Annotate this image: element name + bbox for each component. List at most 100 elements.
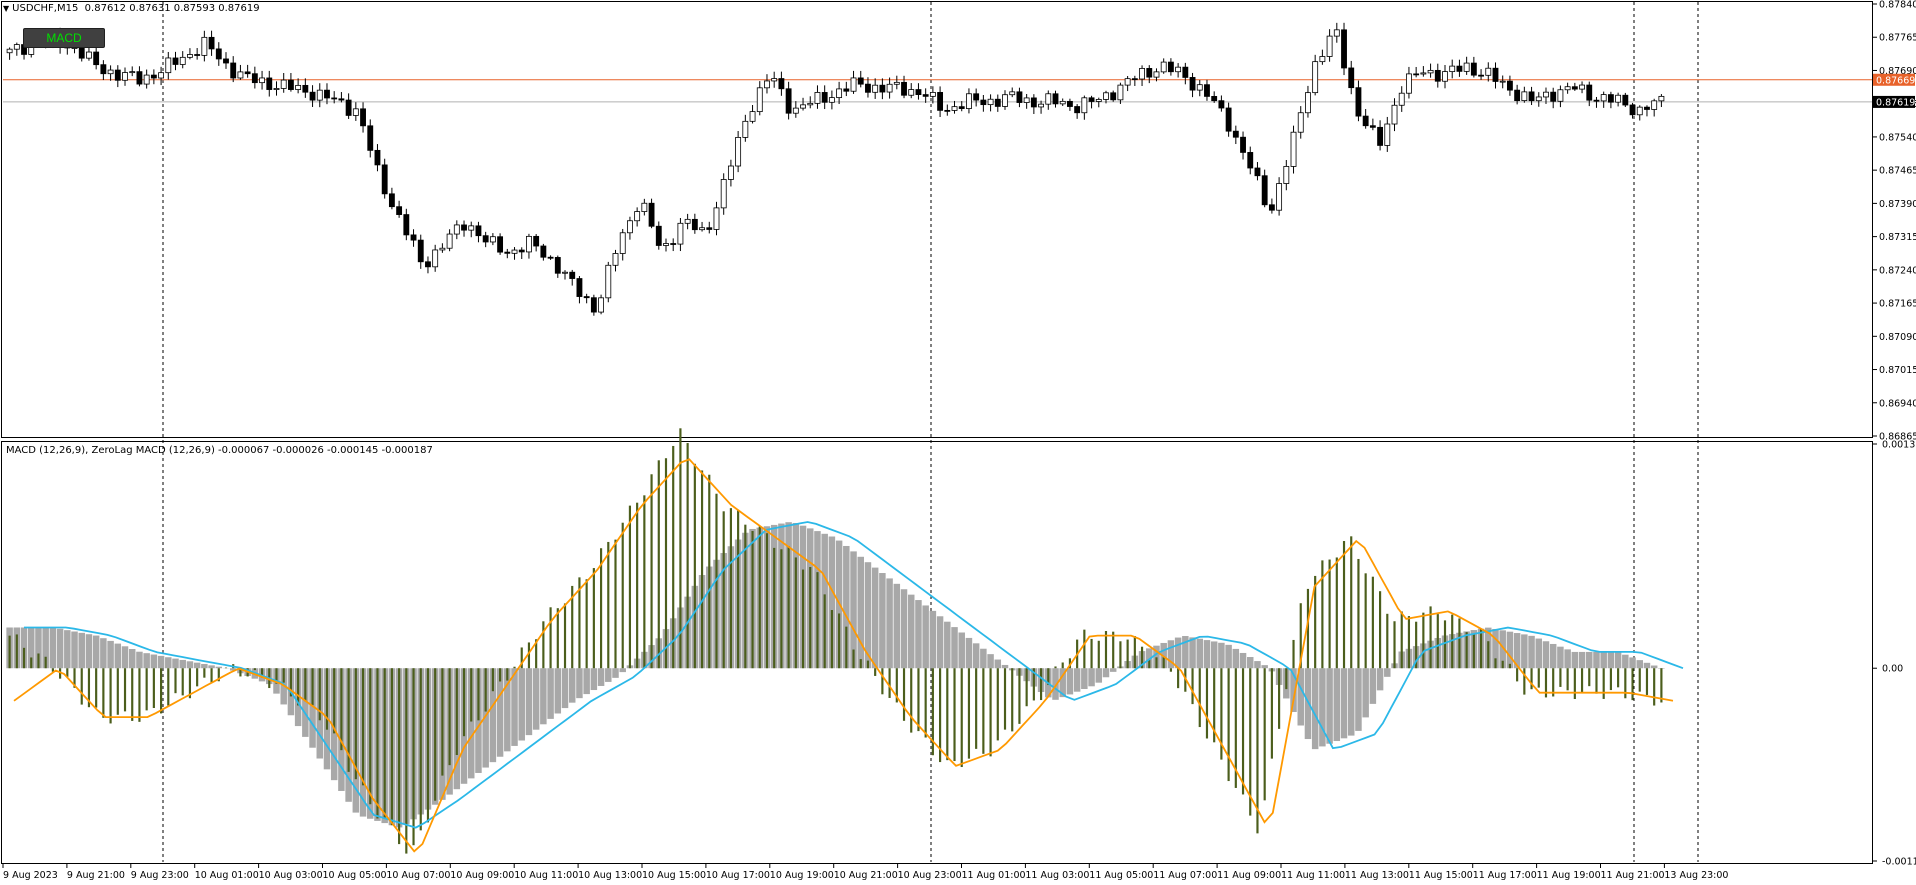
candle-body [1268,204,1275,211]
candle-body [1088,97,1095,102]
zerolag-histogram-bar [1342,541,1346,669]
candle-body [966,93,972,109]
time-tick-label: 9 Aug 21:00 [67,870,125,881]
candle-body [1247,152,1254,169]
zerolag-histogram-bar [1083,629,1086,669]
candle-body [1103,92,1109,100]
macd-histogram-bar [92,635,100,669]
price-tick-label: 0.87465 [1879,166,1916,177]
macd-histogram-bar [165,657,172,669]
zerolag-histogram-bar [333,668,336,734]
zerolag-histogram-bar [657,460,660,669]
zerolag-histogram-bar [1177,668,1180,689]
zerolag-histogram-bar [1436,614,1439,669]
macd-histogram-bar [511,668,518,746]
macd-histogram-bar [496,668,504,757]
zerolag-histogram-bar [8,635,11,669]
candle-body [1095,99,1102,102]
zerolag-histogram-bar [30,657,33,669]
macd-histogram-bar [907,594,915,669]
macd-histogram-bar [900,589,908,669]
candle-body [951,106,958,111]
zerolag-histogram-bar [477,668,480,721]
macd-histogram-bar [1239,652,1247,669]
zerolag-histogram-bar [924,668,927,738]
symbol-label: USDCHF,M15 [12,3,79,14]
price-pane[interactable] [1,1,1873,438]
zerolag-histogram-bar [852,649,855,669]
zerolag-histogram-bar [1523,668,1526,695]
candle-body [230,62,237,79]
macd-histogram-bar [1542,641,1550,669]
macd-histogram-bar [1578,651,1586,669]
zerolag-histogram-bar [1054,666,1057,669]
zerolag-histogram-bar [1003,668,1007,730]
macd-button[interactable]: MACD [23,28,105,48]
zerolag-histogram-bar [621,522,624,669]
zerolag-histogram-bar [1162,657,1165,669]
zerolag-histogram-bar [181,668,184,696]
candle-body [1398,92,1405,106]
chart-canvas: 0.878400.877650.876900.876150.875400.874… [1,0,1916,881]
candle-body [1146,68,1153,78]
time-tick-label: 10 Aug 07:00 [386,870,450,881]
candle-body [1319,56,1326,63]
macd-histogram-bar [71,631,78,669]
candle-body [367,125,374,151]
time-tick-label: 11 Aug 01:00 [962,870,1026,881]
candle-body [908,89,915,96]
candle-body [360,108,366,127]
zerolag-histogram-bar [628,505,632,669]
price-tick-label: 0.86940 [1879,398,1916,409]
zerolag-histogram-bar [419,668,422,831]
candle-body [1557,89,1564,102]
candle-body [1362,115,1369,127]
zerolag-histogram-bar [506,668,509,681]
zerolag-histogram-bar [448,668,451,766]
zerolag-histogram-bar [513,666,516,669]
time-tick-label: 10 Aug 23:00 [898,870,962,881]
candle-body [381,164,388,195]
zerolag-histogram-bar [138,668,141,722]
zerolag-histogram-bar [1631,668,1634,701]
macd-tick-label: -0.001183 [1882,857,1916,868]
candle-body [1196,84,1203,91]
zerolag-histogram-bar [1660,668,1663,703]
zerolag-histogram-bar [1191,668,1194,705]
candle-body [850,77,857,92]
zerolag-histogram-bar [1227,668,1230,782]
macd-histogram-bar [143,653,150,669]
candle-body [136,71,143,85]
macd-histogram-bar [605,668,612,682]
zerolag-histogram-bar [1588,668,1591,687]
macd-histogram-bar [1232,648,1240,669]
zerolag-histogram-bar [102,668,105,718]
candle-body [403,214,410,236]
candle-body [1153,71,1160,78]
macd-histogram-bar [1174,637,1182,669]
candle-body [1276,183,1283,211]
candle-body [1283,166,1290,184]
candle-body [432,249,439,268]
zerolag-histogram-bar [253,668,256,671]
macd-histogram-bar [1528,635,1535,669]
candle-body [388,193,395,208]
macd-histogram-bar [114,643,122,669]
macd-histogram-bar [1311,668,1319,750]
zerolag-histogram-bar [159,668,163,714]
candle-body [691,218,698,231]
macd-histogram-bar [980,648,987,669]
zerolag-histogram-bar [1566,668,1569,691]
candle-body [223,58,229,64]
candle-body [843,88,850,92]
zerolag-histogram-bar [369,668,372,805]
price-tick-label: 0.87015 [1879,365,1916,376]
zerolag-histogram-bar [650,474,653,669]
candle-body [446,233,453,249]
dropdown-triangle-icon[interactable]: ▼ [3,4,9,13]
candle-body [1492,67,1499,82]
zerolag-histogram-bar [426,668,430,823]
candle-body [533,235,540,247]
candle-body [785,88,792,114]
candle-body [886,83,893,93]
